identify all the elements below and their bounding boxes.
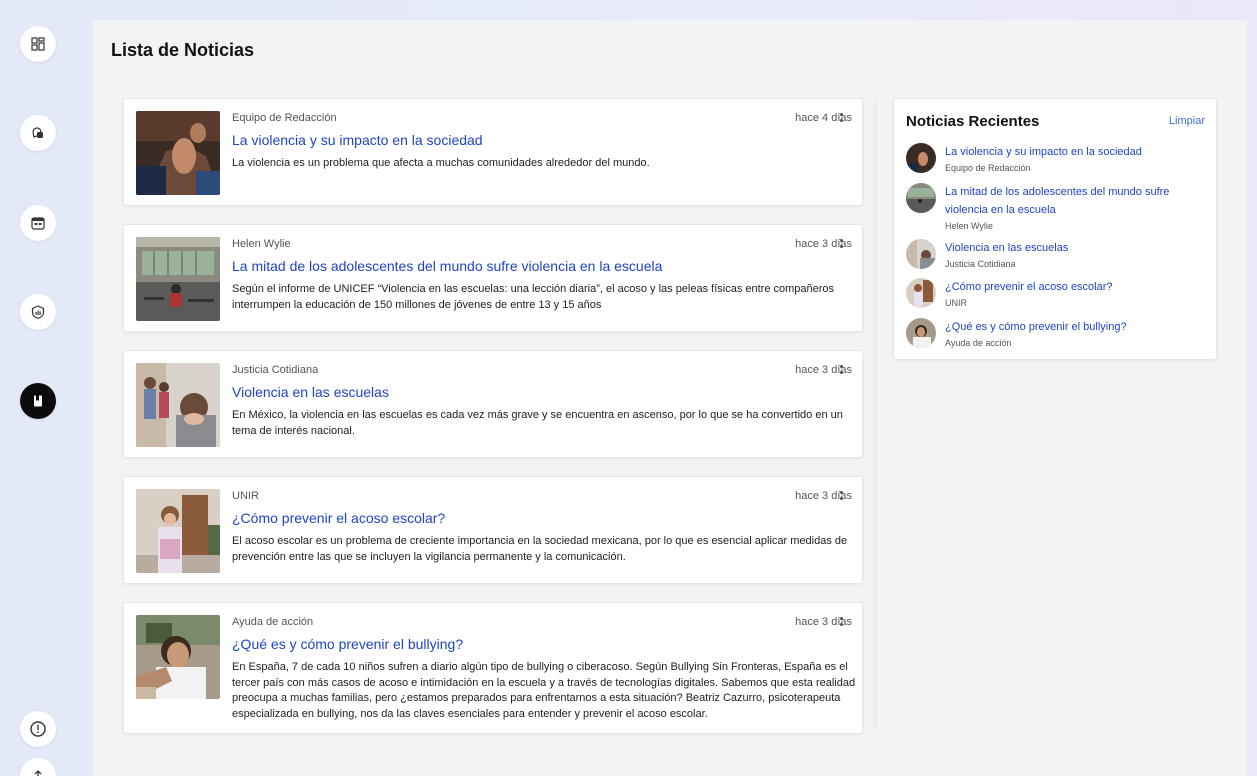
more-options-icon[interactable] [840,491,844,505]
more-options-icon[interactable] [840,365,844,379]
news-title-link[interactable]: ¿Cómo prevenir el acoso escolar? [232,510,445,526]
news-thumbnail [136,615,220,699]
nav-dashboard-button[interactable] [20,26,56,62]
nav-news-button[interactable] [20,383,56,419]
recent-news-link[interactable]: ¿Qué es y cómo prevenir el bullying? [945,318,1185,336]
page-title: Lista de Noticias [111,40,255,60]
avatar [906,183,936,213]
main-panel: Lista de Noticias Equipo de Redacción ha… [93,20,1247,776]
chat-icon [32,127,43,138]
avatar [906,239,936,269]
news-card[interactable]: Justicia Cotidiana hace 3 días Violencia… [123,350,863,458]
column-divider [875,98,876,730]
news-description: La violencia es un problema que afecta a… [232,157,650,169]
news-card[interactable]: Helen Wylie hace 3 días La mitad de los … [123,224,863,332]
news-title-link[interactable]: ¿Qué es y cómo prevenir el bullying? [232,636,463,652]
dashboard-icon [31,37,45,51]
news-title-link[interactable]: Violencia en las escuelas [232,384,389,400]
news-source: Helen Wylie [232,238,291,250]
recent-news-panel: Noticias Recientes Limpiar La violencia … [893,98,1217,360]
recent-news-source: Equipo de Redacción [945,163,1031,173]
nav-analytics-button[interactable] [20,294,56,330]
avatar [906,318,936,348]
avatar [906,278,936,308]
news-title-link[interactable]: La mitad de los adolescentes del mundo s… [232,258,662,274]
news-title-link[interactable]: La violencia y su impacto en la sociedad [232,132,483,148]
recent-news-link[interactable]: La mitad de los adolescentes del mundo s… [945,183,1185,219]
news-thumbnail [136,363,220,447]
news-source: Equipo de Redacción [232,112,337,124]
news-card[interactable]: Ayuda de acción hace 3 días ¿Qué es y có… [123,602,863,734]
recent-news-source: Helen Wylie [945,221,993,231]
nav-calendar-button[interactable] [20,205,56,241]
recent-news-title: Noticias Recientes [906,113,1040,130]
news-description: Según el informe de UNICEF “Violencia en… [232,283,835,311]
analytics-shield-icon [31,305,45,319]
news-thumbnail [136,237,220,321]
nav-chat-button[interactable] [20,115,56,151]
news-source: Ayuda de acción [232,616,314,628]
more-options-icon[interactable] [840,113,844,127]
calendar-icon [31,217,45,230]
news-card[interactable]: UNIR hace 3 días ¿Cómo prevenir el acoso… [123,476,863,584]
news-source: Justicia Cotidiana [232,364,319,376]
more-options-icon[interactable] [840,617,844,631]
news-description: En México, la violencia en las escuelas … [232,409,843,437]
recent-news-source: Ayuda de acción [945,338,1012,348]
avatar [906,143,936,173]
upload-icon [34,770,42,776]
clear-button[interactable]: Limpiar [1169,115,1205,127]
news-thumbnail [136,111,220,195]
news-description: El acoso escolar es un problema de creci… [232,535,848,563]
news-source: UNIR [232,490,259,502]
alert-icon [30,721,46,737]
nav-alert-button[interactable] [20,711,56,747]
recent-news-link[interactable]: La violencia y su impacto en la sociedad [945,143,1185,161]
news-thumbnail [136,489,220,573]
more-options-icon[interactable] [840,239,844,253]
recent-news-link[interactable]: Violencia en las escuelas [945,239,1185,257]
recent-news-link[interactable]: ¿Cómo prevenir el acoso escolar? [945,278,1185,296]
news-card[interactable]: Equipo de Redacción hace 4 días La viole… [123,98,863,206]
news-description: En España, 7 de cada 10 niños sufren a d… [232,661,856,720]
sidebar [0,0,76,776]
recent-news-source: UNIR [945,298,967,308]
nav-upload-button[interactable] [20,758,56,776]
recent-news-source: Justicia Cotidiana [945,259,1016,269]
bookmark-icon [34,395,42,407]
